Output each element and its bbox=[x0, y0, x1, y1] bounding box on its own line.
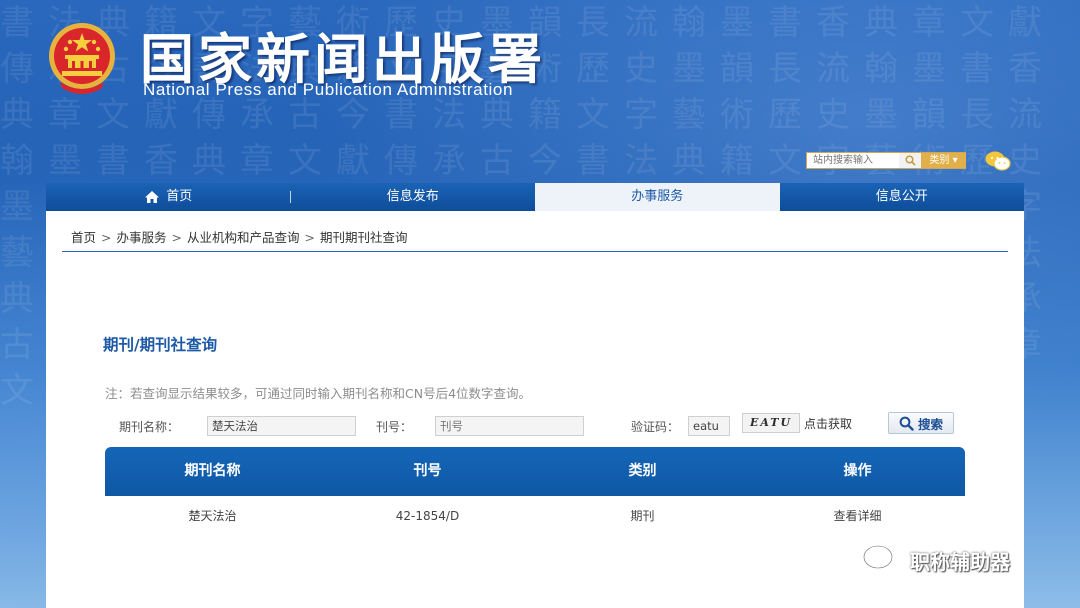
breadcrumb-home[interactable]: 首页 bbox=[71, 230, 96, 245]
query-note: 注：若查询显示结果较多，可通过同时输入期刊名称和CN号后4位数字查询。 bbox=[105, 386, 532, 401]
wechat-watermark-icon bbox=[862, 544, 903, 575]
main-nav: 首页 信息发布 办事服务 信息公开 bbox=[46, 183, 1024, 211]
view-details-link[interactable]: 查看详细 bbox=[750, 496, 965, 536]
site-search: 类别 ▾ bbox=[806, 152, 966, 169]
cell-issn: 42-1854/D bbox=[395, 509, 460, 523]
breadcrumb-institution-query[interactable]: 从业机构和产品查询 bbox=[187, 230, 300, 245]
column-header-category: 类别 bbox=[628, 463, 657, 479]
home-icon bbox=[145, 191, 160, 203]
breadcrumb-services[interactable]: 办事服务 bbox=[117, 230, 167, 245]
nav-label: 首页 bbox=[166, 189, 193, 204]
cell-category: 期刊 bbox=[630, 509, 655, 523]
search-icon bbox=[904, 155, 916, 166]
journal-search-button[interactable]: 搜索 bbox=[888, 412, 954, 434]
column-header-journal-name: 期刊名称 bbox=[184, 463, 241, 479]
caret-down-icon: ▾ bbox=[952, 155, 958, 166]
issn-label: 刊号： bbox=[376, 420, 413, 434]
breadcrumb-separator: > bbox=[171, 230, 182, 245]
nav-label: 信息发布 bbox=[386, 189, 439, 204]
breadcrumb-divider bbox=[62, 251, 1008, 252]
cell-journal-name: 楚天法治 bbox=[188, 509, 237, 523]
issn-input[interactable] bbox=[435, 416, 584, 436]
column-header-action: 操作 bbox=[843, 463, 872, 479]
breadcrumb-journal-query[interactable]: 期刊期刊社查询 bbox=[320, 230, 408, 245]
journal-name-input[interactable] bbox=[207, 416, 356, 436]
breadcrumb-separator: > bbox=[101, 230, 112, 245]
page-title: 期刊/期刊社查询 bbox=[103, 336, 218, 354]
search-icon bbox=[899, 416, 914, 431]
site-subtitle: National Press and Publication Administr… bbox=[143, 80, 514, 99]
table-row: 楚天法治 42-1854/D 期刊 查看详细 bbox=[105, 496, 965, 536]
search-button-label: 搜索 bbox=[917, 416, 943, 432]
category-label: 类别 bbox=[929, 155, 950, 166]
captcha-input[interactable] bbox=[688, 416, 730, 436]
results-table-header: 期刊名称 刊号 类别 操作 bbox=[105, 447, 965, 496]
captcha-label: 验证码： bbox=[631, 420, 680, 434]
wechat-icon[interactable] bbox=[984, 150, 1012, 172]
nav-item-home[interactable]: 首页 bbox=[46, 183, 291, 211]
category-dropdown[interactable]: 类别 ▾ bbox=[921, 153, 966, 168]
nav-item-services[interactable]: 办事服务 bbox=[535, 183, 780, 211]
captcha-image[interactable]: EATU bbox=[742, 413, 800, 433]
journal-name-label: 期刊名称： bbox=[119, 420, 180, 434]
nav-label: 信息公开 bbox=[875, 189, 928, 204]
captcha-refresh-link[interactable]: 点击获取 bbox=[804, 415, 852, 432]
nav-item-info-disclosure[interactable]: 信息公开 bbox=[780, 183, 1025, 211]
nav-label: 办事服务 bbox=[631, 189, 684, 204]
breadcrumb-separator: > bbox=[304, 230, 315, 245]
watermark: 职称辅助器 bbox=[862, 543, 1010, 577]
column-header-issn: 刊号 bbox=[413, 463, 442, 479]
nav-item-info-release[interactable]: 信息发布 bbox=[291, 183, 536, 211]
site-search-input[interactable] bbox=[807, 153, 901, 168]
national-emblem-icon bbox=[49, 23, 115, 94]
search-button[interactable] bbox=[899, 153, 921, 168]
watermark-text: 职称辅助器 bbox=[910, 549, 1010, 574]
breadcrumb: 首页 > 办事服务 > 从业机构和产品查询 > 期刊期刊社查询 bbox=[71, 227, 408, 246]
